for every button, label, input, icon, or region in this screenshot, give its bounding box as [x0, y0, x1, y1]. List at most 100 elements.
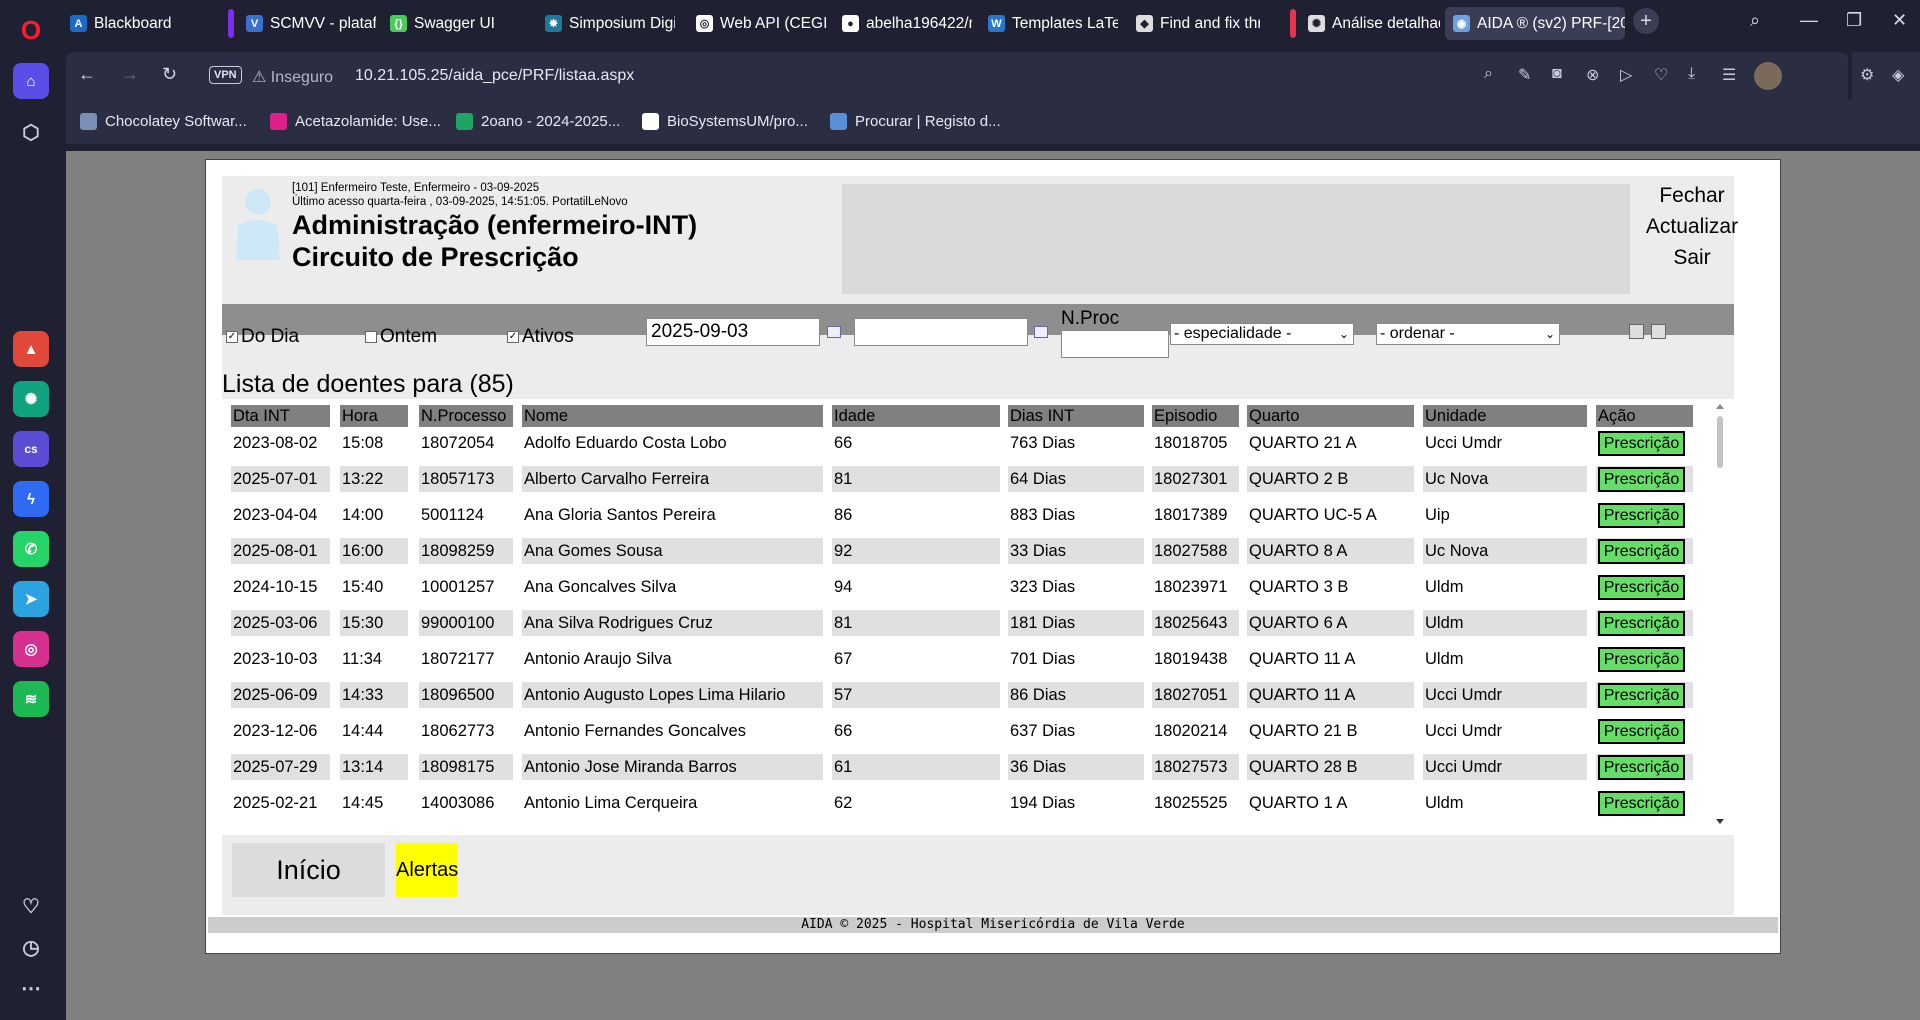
forward-arrow-icon[interactable]: →: [121, 64, 139, 85]
patient-table: Dta INT Hora N.Processo Nome Idade Dias …: [222, 399, 1734, 835]
close-window-icon[interactable]: ✕: [1892, 10, 1907, 31]
calendar-icon[interactable]: [1034, 326, 1048, 338]
tab-label: AIDA ® (sv2) PRF-[2012.0: [1477, 14, 1625, 32]
column-header[interactable]: Dta INT: [231, 405, 330, 427]
tab-find-and-fix[interactable]: ◆ Find and fix thre: [1128, 7, 1260, 40]
favorites-heart-icon[interactable]: ♡: [13, 888, 49, 924]
easy-setup-icon[interactable]: ☰: [1722, 65, 1736, 85]
download-icon[interactable]: ⤓: [1688, 65, 1695, 83]
table-scrollbar[interactable]: [1714, 399, 1726, 835]
more-options-icon[interactable]: ⋯: [13, 970, 49, 1006]
url-field[interactable]: 10.21.105.25/aida_pce/PRF/listaa.aspx: [355, 67, 634, 85]
bookmark-acetazolamide[interactable]: Acetazolamide: Use...: [270, 113, 441, 130]
profile-avatar[interactable]: [1754, 62, 1782, 90]
column-header[interactable]: Episodio: [1152, 405, 1239, 427]
minimize-icon[interactable]: —: [1800, 10, 1818, 31]
bookmark-biosystemsum[interactable]: BioSystemsUM/pro...: [642, 113, 808, 130]
telegram-icon[interactable]: ➤: [13, 581, 49, 617]
column-header[interactable]: N.Processo: [419, 405, 513, 427]
cs-app-icon[interactable]: cs: [13, 431, 49, 467]
prescricao-button[interactable]: Prescrição: [1598, 719, 1685, 744]
column-header[interactable]: Ação: [1596, 405, 1693, 427]
bookmark-procurar[interactable]: Procurar | Registo d...: [830, 113, 1001, 130]
alertas-button[interactable]: Alertas: [396, 843, 458, 897]
table-cell: 18017389: [1154, 506, 1228, 524]
prescricao-button[interactable]: Prescrição: [1598, 791, 1685, 816]
date2-input[interactable]: [854, 318, 1028, 346]
ordenar-select[interactable]: - ordenar - ⌄: [1376, 323, 1560, 345]
actualizar-link[interactable]: Actualizar: [1642, 215, 1742, 239]
column-header[interactable]: Idade: [832, 405, 1000, 427]
nproc-input[interactable]: [1061, 330, 1169, 358]
spotify-icon[interactable]: ≋: [13, 681, 49, 717]
camera-icon[interactable]: ◙: [1552, 65, 1562, 83]
print-icon[interactable]: [1629, 324, 1644, 339]
adblock-icon[interactable]: ⊗: [1586, 65, 1599, 85]
tab-swagger[interactable]: {} Swagger UI: [382, 7, 522, 40]
column-header[interactable]: Nome: [522, 405, 823, 427]
tab-web-api[interactable]: ◎ Web API (CEGID: [688, 7, 826, 40]
aria-icon[interactable]: ▲: [13, 331, 49, 367]
date-input[interactable]: 2025-09-03: [646, 318, 820, 346]
print-icon[interactable]: [1651, 324, 1666, 339]
column-header[interactable]: Dias INT: [1008, 405, 1144, 427]
bookmark-favicon: [456, 113, 473, 130]
player-icon[interactable]: ▷: [1620, 65, 1632, 85]
ativos-checkbox[interactable]: ✓ Ativos: [507, 326, 574, 348]
opera-logo-icon[interactable]: O: [13, 12, 49, 48]
bookmark-chocolatey[interactable]: Chocolatey Softwar...: [80, 113, 247, 130]
messenger-icon[interactable]: ϟ: [13, 481, 49, 517]
prescricao-button[interactable]: Prescrição: [1598, 503, 1685, 528]
new-tab-plus-icon[interactable]: +: [1633, 8, 1659, 34]
extensions-cube-icon[interactable]: ◈: [1892, 65, 1904, 85]
do-dia-checkbox[interactable]: ✓ Do Dia: [226, 326, 299, 348]
inicio-button[interactable]: Início: [232, 843, 385, 897]
prescricao-button[interactable]: Prescrição: [1598, 683, 1685, 708]
prescricao-button[interactable]: Prescrição: [1598, 575, 1685, 600]
reload-icon[interactable]: ↻: [162, 64, 177, 85]
speed-dial-icon[interactable]: ⬡: [13, 114, 49, 150]
especialidade-select[interactable]: - especialidade - ⌄: [1170, 323, 1354, 345]
tab-aida-active[interactable]: ◉ AIDA ® (sv2) PRF-[2012.0: [1445, 7, 1625, 40]
column-header[interactable]: Hora: [340, 405, 408, 427]
fechar-link[interactable]: Fechar: [1642, 184, 1742, 208]
search-tabs-icon[interactable]: ⌕: [1750, 10, 1760, 31]
settings-gear-icon[interactable]: ⚙: [1860, 65, 1874, 85]
zoom-icon[interactable]: ⌕: [1484, 65, 1493, 83]
prescricao-button[interactable]: Prescrição: [1598, 755, 1685, 780]
user-avatar-icon: [236, 189, 280, 260]
bookmark-2oano[interactable]: 2oano - 2024-2025...: [456, 113, 620, 130]
page-viewport: [101] Enfermeiro Teste, Enfermeiro - 03-…: [66, 151, 1920, 1020]
heart-icon[interactable]: ♡: [1654, 65, 1668, 85]
tab-analise[interactable]: ✺ Análise detalhad: [1300, 7, 1440, 40]
edit-icon[interactable]: ✎: [1518, 65, 1531, 85]
column-header[interactable]: Quarto: [1247, 405, 1414, 427]
vpn-badge[interactable]: VPN: [209, 66, 242, 84]
prescricao-button[interactable]: Prescrição: [1598, 611, 1685, 636]
chatgpt-icon[interactable]: ✺: [13, 381, 49, 417]
column-header[interactable]: Unidade: [1423, 405, 1587, 427]
whatsapp-icon[interactable]: ✆: [13, 531, 49, 567]
page-subtitle: Circuito de Prescrição: [292, 242, 579, 272]
tab-label: abelha196422/re: [866, 14, 972, 32]
tab-simposium[interactable]: ✸ Simposium Digit: [537, 7, 675, 40]
tab-github[interactable]: ● abelha196422/re: [834, 7, 972, 40]
table-cell: 10001257: [421, 578, 495, 596]
restore-icon[interactable]: ❐: [1846, 10, 1862, 31]
tab-scmvv[interactable]: V SCMVV - platafo: [238, 7, 376, 40]
prescricao-button[interactable]: Prescrição: [1598, 431, 1685, 456]
tab-blackboard[interactable]: A Blackboard: [62, 7, 222, 40]
calendar-icon[interactable]: [827, 326, 841, 338]
history-clock-icon[interactable]: ◷: [13, 929, 49, 965]
ontem-checkbox[interactable]: Ontem: [365, 326, 437, 348]
back-arrow-icon[interactable]: ←: [78, 64, 96, 85]
prescricao-button[interactable]: Prescrição: [1598, 647, 1685, 672]
table-cell: 181 Dias: [1008, 610, 1144, 636]
home-icon[interactable]: ⌂: [13, 63, 49, 99]
prescricao-button[interactable]: Prescrição: [1598, 539, 1685, 564]
insecure-indicator[interactable]: ⚠ Inseguro: [252, 67, 333, 87]
prescricao-button[interactable]: Prescrição: [1598, 467, 1685, 492]
sair-link[interactable]: Sair: [1642, 246, 1742, 270]
instagram-icon[interactable]: ◎: [13, 631, 49, 667]
tab-templates-latex[interactable]: W Templates LaTeX: [980, 7, 1118, 40]
